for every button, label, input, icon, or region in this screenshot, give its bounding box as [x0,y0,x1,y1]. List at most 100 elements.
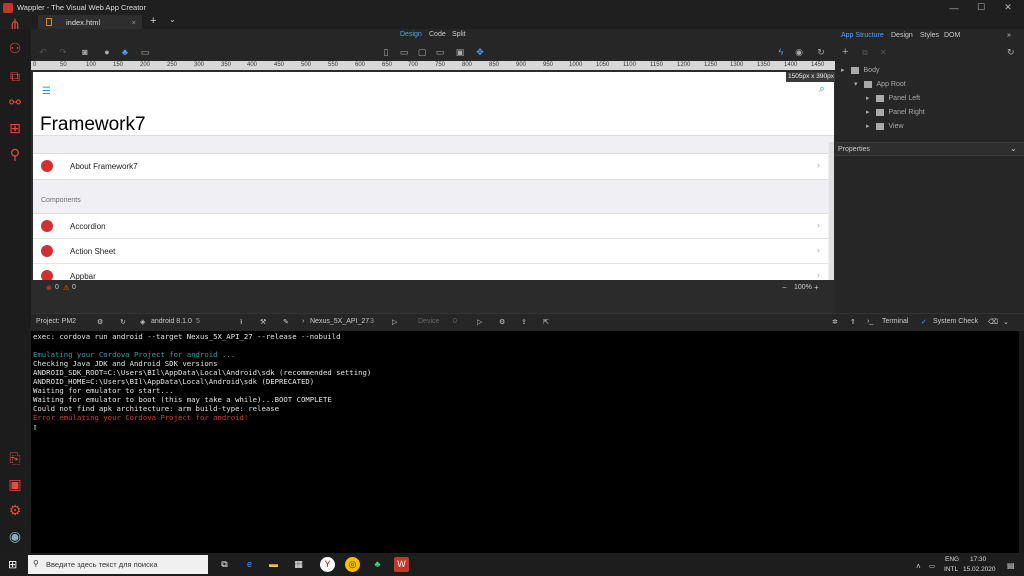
panel-chevron-down-icon[interactable]: ⌄ [1003,318,1009,326]
play-icon[interactable]: ▷ [477,318,482,326]
components-icon[interactable]: ⊞ [6,119,24,137]
error-icon[interactable]: ⊗ [46,284,52,292]
code-mode-tab[interactable]: Code [429,31,446,38]
emulator-select[interactable]: Nexus_5X_API_27 [310,318,369,325]
windows-start-icon[interactable]: ⊞ [8,558,17,571]
phone-landscape-icon[interactable]: ▭ [398,46,410,58]
zoom-in-button[interactable]: + [814,283,819,292]
wappler-taskbar-icon[interactable]: W [394,557,409,572]
tree-panel-right[interactable]: ▸ Panel Right [866,108,925,116]
list-item[interactable]: Appbar › [33,264,828,280]
list-item[interactable]: About Framework7 › [33,154,828,179]
terminal-tab[interactable]: Terminal [882,318,908,325]
camera-icon[interactable]: ◙ [79,46,91,58]
undo-icon[interactable]: ↶ [37,46,49,58]
clear-icon[interactable]: ⌫ [988,318,998,326]
task-view-icon[interactable]: ⧉ [217,557,232,572]
phone-portrait-icon[interactable]: ▯ [380,46,392,58]
refresh-structure-icon[interactable]: ↻ [1007,47,1015,58]
language-indicator[interactable]: ENG [945,556,959,563]
up-icon[interactable]: ⇑ [850,318,856,326]
tab-design[interactable]: Design [891,32,913,39]
cube-icon[interactable]: ◈ [140,318,145,326]
tab-close-icon[interactable]: × [132,18,136,27]
tab-list-dropdown[interactable]: ⌄ [169,15,176,24]
apple-icon[interactable]: ● [101,46,113,58]
clock-time[interactable]: 17:30 [970,556,986,563]
avatar[interactable]: ◉ [6,527,24,545]
tab-styles[interactable]: Styles [920,32,939,39]
system-check-tab[interactable]: System Check [933,318,978,325]
device-select[interactable]: Device [418,318,439,325]
new-tab-button[interactable]: + [150,15,156,27]
tray-chevron-up-icon[interactable]: ˄ [916,562,921,571]
zoom-out-button[interactable]: − [782,283,787,292]
refresh-icon[interactable]: ↻ [815,46,827,58]
notifications-icon[interactable]: ▤ [1007,561,1015,570]
server-connect-icon[interactable]: ⚇ [6,39,24,57]
taskbar-search-input[interactable]: ⚲ Введите здесь текст для поиска [28,555,208,574]
maximize-button[interactable]: ☐ [967,0,995,15]
project-select[interactable]: Project: PM2 [36,318,76,325]
tree-panel-left[interactable]: ▸ Panel Left [866,94,920,102]
tree-body[interactable]: ▸ Body [841,66,879,74]
tab-app-structure[interactable]: App Structure [841,32,884,39]
minimize-button[interactable]: — [940,0,968,15]
share-icon[interactable]: ⚯ [6,93,24,111]
list-item[interactable]: Action Sheet › [33,239,828,264]
edge-icon[interactable]: e [242,557,257,572]
menu-icon[interactable]: ☰ [42,86,51,97]
run-icon[interactable]: ▷ [392,318,397,326]
list-item[interactable]: Accordion › [33,214,828,239]
terminal-icon[interactable]: ›_ [867,318,873,325]
bug-icon[interactable]: ✲ [832,318,838,326]
tree-app-root[interactable]: ▾ App Root [854,80,906,88]
platform-select[interactable]: android 8.1.0 [151,318,192,325]
terminal-output[interactable]: exec: cordova run android --target Nexus… [31,331,1019,553]
upload-icon[interactable]: ⭱ [240,318,242,329]
deploy-icon[interactable]: ⚙ [499,318,505,326]
desktop-icon[interactable]: ▭ [139,46,151,58]
settings-icon[interactable]: ⚙ [6,501,24,519]
terminal-scrollbar[interactable] [1019,331,1024,553]
yandex-icon[interactable]: Y [320,557,335,572]
warning-icon[interactable]: ⚠ [63,284,69,292]
network-icon[interactable]: ▭ [929,562,935,570]
tree-view[interactable]: ▸ View [866,122,904,130]
chevron-down-icon[interactable]: ⌄ [1010,144,1017,153]
workflow-icon[interactable]: ⋔ [6,15,24,33]
search-icon[interactable]: ⚲ [6,145,24,163]
tablet-landscape-icon[interactable]: ▭ [434,46,446,58]
open-external-icon[interactable]: ⇱ [543,318,549,326]
more-tabs-icon[interactable]: » [1007,32,1011,39]
properties-header[interactable]: Properties ⌄ [835,142,1024,156]
close-button[interactable]: ✕ [994,0,1022,15]
export-icon[interactable]: ⇪ [521,318,527,326]
design-mode-tab[interactable]: Design [400,31,422,38]
chrome-icon[interactable]: ◎ [345,557,360,572]
android-studio-icon[interactable]: ♣ [370,557,385,572]
settings-gear-icon[interactable]: ⚙ [97,318,103,326]
canvas-scrollbar[interactable] [829,142,834,280]
tab-index-html[interactable]: index.html × [38,15,142,29]
split-mode-tab[interactable]: Split [452,31,466,38]
build-icon[interactable]: ⚒ [260,318,266,326]
resource-manager-icon[interactable]: ⧉ [6,67,24,85]
redo-icon[interactable]: ↷ [57,46,69,58]
tablet-portrait-icon[interactable]: ▢ [416,46,428,58]
design-canvas[interactable]: ☰ ⌕ Framework7 About Framework7 › Compon… [33,72,834,280]
add-icon[interactable]: + [842,46,848,58]
preview-eye-icon[interactable]: ◉ [793,46,805,58]
delete-icon[interactable]: ✕ [880,48,887,57]
mobile-icon[interactable]: ▣ [6,475,24,493]
file-explorer-icon[interactable]: ▬ [266,557,281,572]
wrench-icon[interactable]: ✎ [283,318,289,326]
copy-icon[interactable]: ⧉ [862,48,868,58]
preview-search-icon[interactable]: ⌕ [819,83,825,96]
store-icon[interactable]: ▦ [291,557,306,572]
sync-icon[interactable]: ↻ [120,318,126,326]
fit-size-icon[interactable]: ✥ [474,46,486,58]
tab-dom[interactable]: DOM [944,32,960,39]
android-icon[interactable]: ♣ [119,46,131,58]
publish-icon[interactable]: ⎘ [6,449,24,467]
